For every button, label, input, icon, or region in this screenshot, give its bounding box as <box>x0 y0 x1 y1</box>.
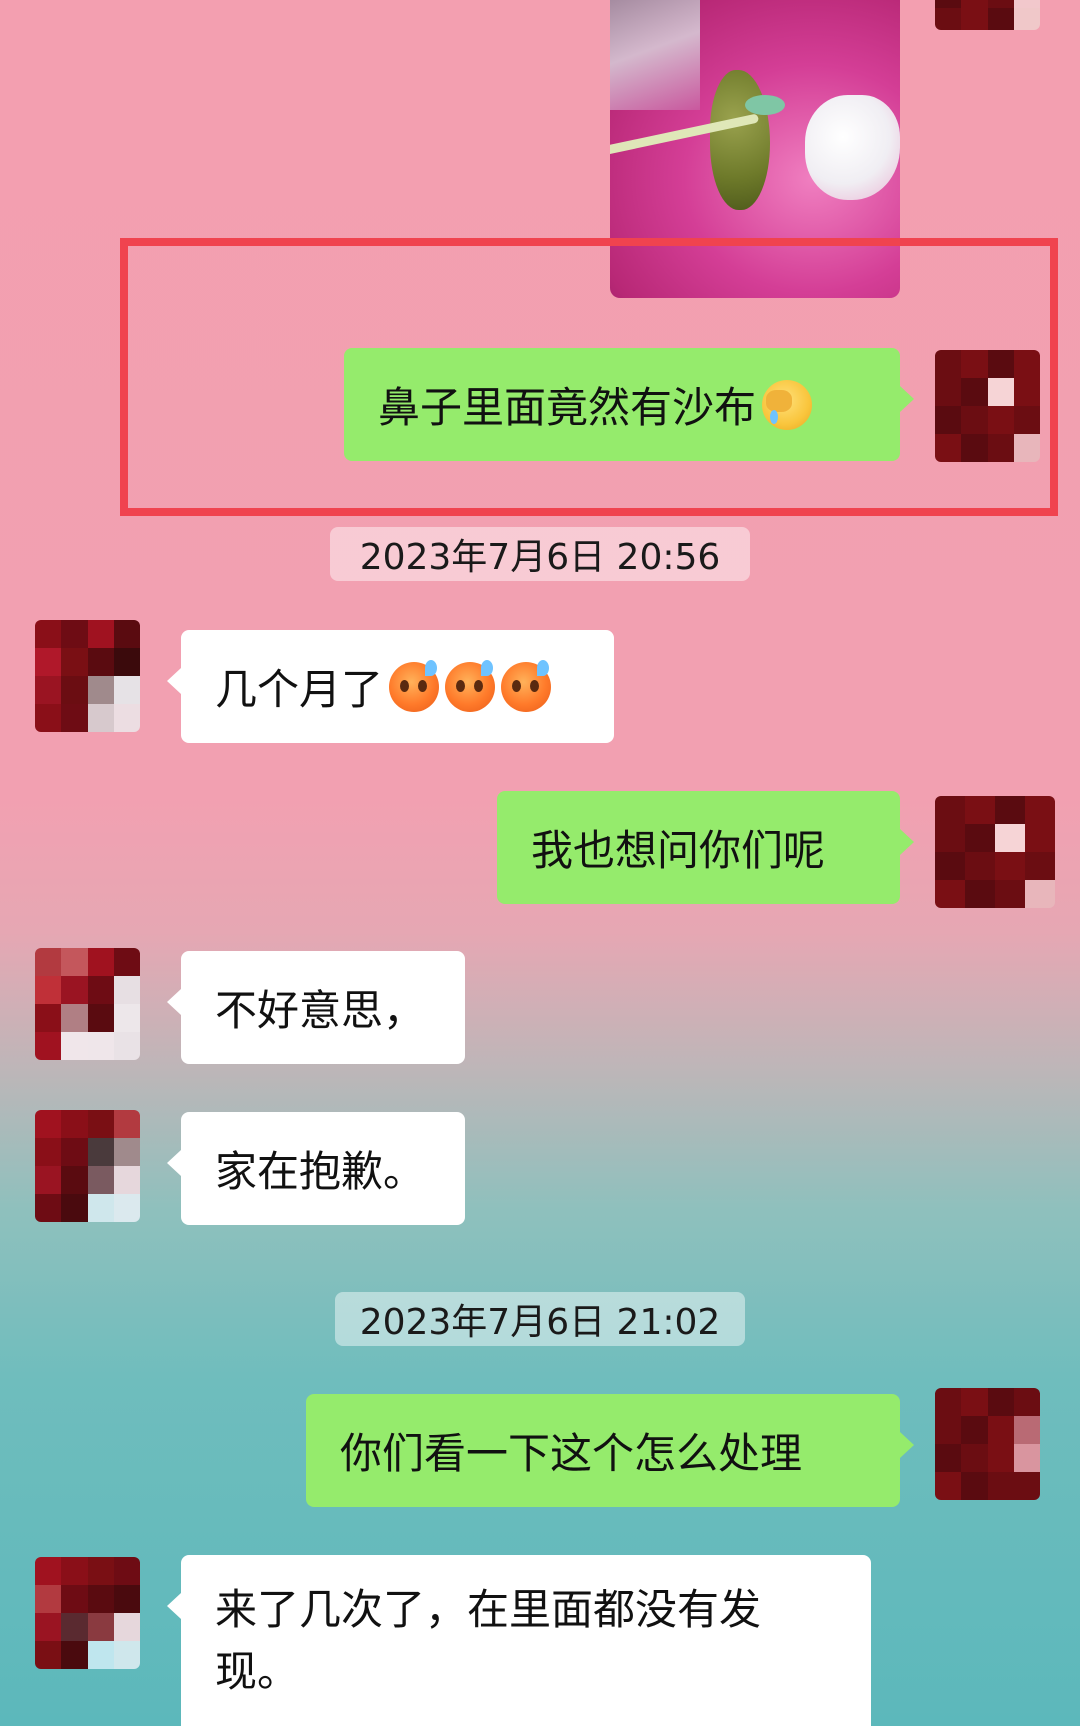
anxious-sweat-emoji-icon <box>389 659 440 712</box>
message-bubble-received[interactable]: 来了几次了，在里面都没有发现。 <box>167 1555 871 1726</box>
anxious-sweat-emoji-icon <box>501 659 552 712</box>
message-text: 家在抱歉。 <box>215 1147 426 1196</box>
message-bubble-sent[interactable]: 你们看一下这个怎么处理 <box>306 1394 914 1507</box>
avatar-contact[interactable] <box>35 620 140 732</box>
message-text: 鼻子里面竟然有沙布 <box>378 383 757 432</box>
plastic-bag-detail <box>610 0 700 110</box>
message-text: 几个月了 <box>215 665 384 714</box>
message-bubble-sent[interactable]: 鼻子里面竟然有沙布 <box>344 348 914 461</box>
message-bubble-received[interactable]: 几个月了 <box>167 630 614 743</box>
avatar-contact[interactable] <box>35 948 140 1060</box>
message-text: 来了几次了，在里面都没有发现。 <box>215 1585 762 1696</box>
facepalm-emoji-icon <box>762 379 813 430</box>
avatar-contact[interactable] <box>35 1110 140 1222</box>
avatar-self[interactable] <box>935 350 1040 462</box>
timestamp: 2023年7月6日 21:02 <box>335 1292 745 1346</box>
avatar-self[interactable] <box>935 796 1055 908</box>
avatar-self[interactable] <box>935 1388 1040 1500</box>
message-bubble-received[interactable]: 家在抱歉。 <box>167 1112 465 1225</box>
gauze-detail <box>805 95 900 200</box>
timestamp: 2023年7月6日 20:56 <box>330 527 750 581</box>
swab-tip-detail <box>745 95 785 115</box>
extracted-object-detail <box>710 70 770 210</box>
message-text: 我也想问你们呢 <box>531 826 826 875</box>
message-bubble-sent[interactable]: 我也想问你们呢 <box>497 791 914 904</box>
message-bubble-received[interactable]: 不好意思， <box>167 951 465 1064</box>
avatar-self[interactable] <box>935 0 1040 30</box>
message-text: 不好意思， <box>215 986 426 1035</box>
anxious-sweat-emoji-icon <box>445 659 496 712</box>
message-text: 你们看一下这个怎么处理 <box>340 1429 803 1478</box>
avatar-contact[interactable] <box>35 1557 140 1669</box>
